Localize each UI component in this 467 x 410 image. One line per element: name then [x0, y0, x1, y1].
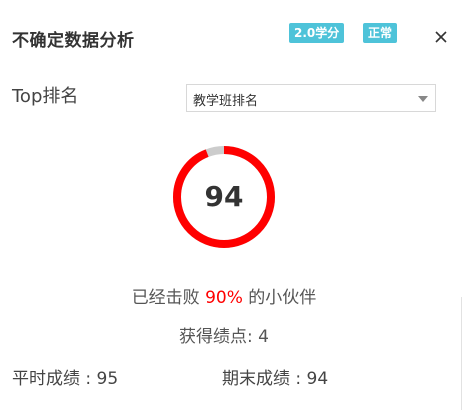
gpa-summary: 获得绩点: 4 — [0, 322, 448, 347]
beat-suffix: 的小伙伴 — [248, 288, 317, 308]
regular-score-value: 95 — [96, 369, 119, 389]
dialog-title: 不确定数据分析 — [12, 31, 135, 51]
status-badge: 正常 — [363, 23, 398, 43]
gpa-label: 获得绩点: — [179, 327, 253, 347]
beat-prefix: 已经击败 — [131, 288, 200, 308]
chevron-down-icon — [418, 96, 428, 102]
ranking-label: Top排名 — [12, 86, 79, 107]
regular-score-separator: : — [85, 369, 92, 389]
close-icon[interactable] — [432, 28, 450, 46]
regular-score-label: 平时成绩 — [12, 369, 80, 389]
gpa-value: 4 — [258, 327, 269, 347]
final-score: 期末成绩 : 94 — [222, 364, 328, 389]
beat-percent: 90% — [205, 288, 243, 308]
ranking-select-value: 教学班排名 — [193, 94, 259, 109]
credit-badge: 2.0学分 — [289, 23, 345, 43]
regular-score: 平时成绩 : 95 — [12, 364, 118, 389]
ranking-select[interactable]: 教学班排名 — [186, 84, 436, 112]
beat-summary: 已经击败 90% 的小伙伴 — [0, 283, 448, 308]
score-value: 94 — [204, 180, 244, 213]
final-score-value: 94 — [306, 369, 329, 389]
final-score-label: 期末成绩 — [222, 369, 290, 389]
panel-edge-divider — [461, 297, 462, 410]
course-analysis-dialog: 不确定数据分析 2.0学分 正常 Top排名 教学班排名 94 已经击败 90%… — [0, 0, 467, 410]
final-score-separator: : — [295, 369, 302, 389]
